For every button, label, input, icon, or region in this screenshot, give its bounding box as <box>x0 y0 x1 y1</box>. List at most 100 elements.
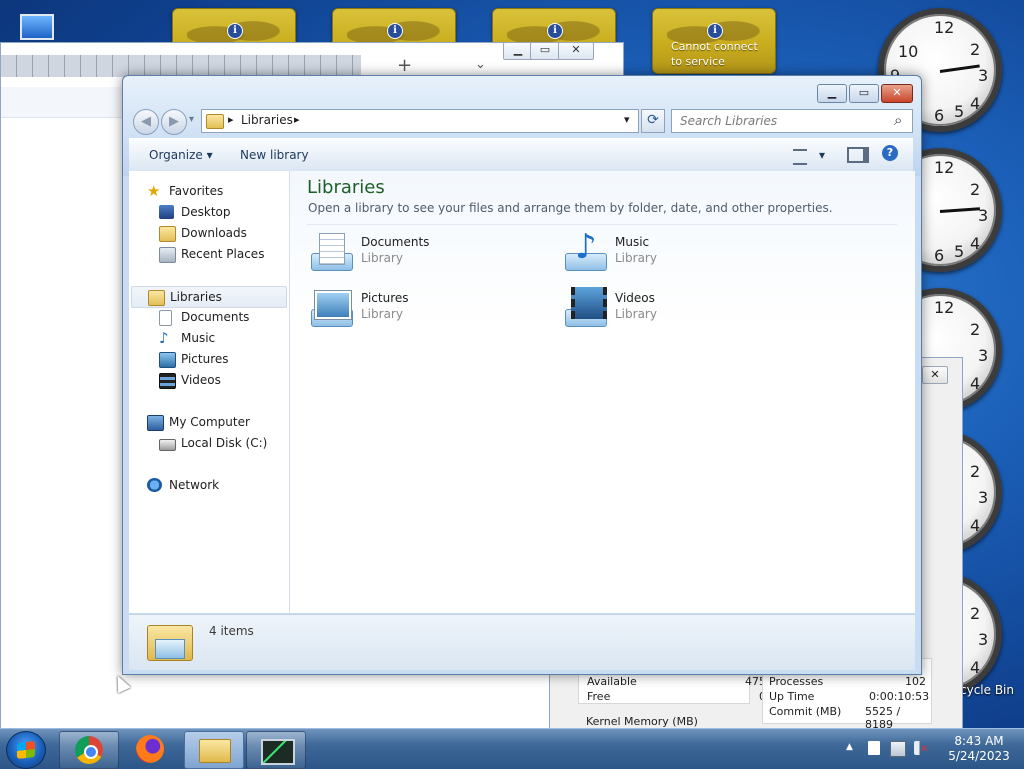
downloads-icon <box>159 226 176 242</box>
preview-pane-icon[interactable] <box>847 147 869 163</box>
volume-muted-icon[interactable]: ✕ <box>914 741 928 755</box>
action-center-icon[interactable] <box>868 741 880 755</box>
computer-desktop-icon[interactable] <box>16 10 60 42</box>
clock-hand <box>939 207 981 213</box>
nav-my-computer[interactable]: My Computer <box>147 412 277 432</box>
info-icon: i <box>227 23 243 39</box>
new-library-button[interactable]: New library <box>240 148 309 162</box>
organize-button[interactable]: Organize ▾ <box>149 148 213 162</box>
processes-label: Processes <box>769 675 824 688</box>
system-tray: ▲ ✕ 8:43 AM 5/24/2023 <box>838 729 1024 769</box>
forward-button[interactable]: ▶ <box>161 109 187 135</box>
clock-number: 4 <box>970 234 981 253</box>
divider <box>307 224 897 225</box>
clock-number: 12 <box>934 298 955 317</box>
clock-hand <box>939 64 980 73</box>
nav-desktop[interactable]: Desktop <box>159 202 279 222</box>
libraries-icon <box>148 290 165 306</box>
nav-libraries[interactable]: Libraries <box>131 286 287 308</box>
task-manager-close-button[interactable]: ✕ <box>922 366 948 384</box>
address-separator[interactable]: ▸ <box>294 113 300 126</box>
search-icon[interactable]: ⌕ <box>894 111 902 129</box>
clock[interactable]: 8:43 AM 5/24/2023 <box>940 734 1018 764</box>
clock-number: 4 <box>970 658 981 677</box>
taskbar-chrome[interactable] <box>59 731 119 769</box>
tab-strip[interactable] <box>1 55 361 77</box>
bg-minimize-button[interactable]: ▁ <box>503 42 533 60</box>
videos-library-icon <box>561 287 607 331</box>
nav-network[interactable]: Network <box>147 475 277 495</box>
libraries-folder-icon <box>147 621 193 661</box>
hard-drive-icon <box>159 439 176 451</box>
clock-number: 3 <box>978 488 989 507</box>
bg-close-button[interactable]: ✕ <box>558 42 594 60</box>
clock-number: 3 <box>978 346 989 365</box>
nav-documents[interactable]: Documents <box>159 307 279 327</box>
content-pane: Libraries Open a library to see your fil… <box>290 171 915 613</box>
network-status-icon[interactable] <box>890 741 906 757</box>
help-icon[interactable]: ? <box>882 145 898 161</box>
taskbar-explorer[interactable] <box>184 731 244 769</box>
close-button[interactable]: ✕ <box>881 84 913 103</box>
address-separator[interactable]: ▸ <box>228 113 234 126</box>
taskbar-task-manager[interactable] <box>246 731 306 769</box>
clock-number: 5 <box>954 102 965 121</box>
task-manager-icon <box>261 739 295 765</box>
taskbar-firefox[interactable] <box>121 731 179 767</box>
views-dropdown[interactable]: ▾ <box>819 148 825 162</box>
desktop-icon <box>159 205 174 219</box>
documents-icon <box>159 310 172 326</box>
free-label: Free <box>587 690 611 703</box>
page-title: Libraries <box>307 177 385 198</box>
minimize-button[interactable]: ▁ <box>817 84 847 103</box>
library-videos[interactable]: Videos Library <box>561 287 781 335</box>
nav-music[interactable]: ♪ Music <box>159 328 279 348</box>
clock-number: 2 <box>970 180 981 199</box>
commit-label: Commit (MB) <box>769 705 842 718</box>
available-label: Available <box>587 675 637 688</box>
address-bar[interactable]: ▸ Libraries ▸ ▾ <box>201 109 639 133</box>
nav-local-disk[interactable]: Local Disk (C:) <box>159 433 279 453</box>
explorer-window[interactable]: ▁ ▭ ✕ ◀ ▶ ▾ ▸ Libraries ▸ ▾ ⟳ Search Lib… <box>122 75 922 675</box>
maximize-button[interactable]: ▭ <box>849 84 879 103</box>
views-icon[interactable] <box>793 149 807 165</box>
libraries-folder-icon <box>206 114 224 129</box>
breadcrumb-libraries[interactable]: Libraries <box>241 113 293 127</box>
clock-number: 3 <box>978 630 989 649</box>
recycle-bin-label[interactable]: cycle Bin <box>960 683 1014 697</box>
back-button[interactable]: ◀ <box>133 109 159 135</box>
clock-number: 4 <box>970 374 981 393</box>
tab-list-button[interactable]: ⌄ <box>475 57 486 72</box>
clock-number: 5 <box>954 242 965 261</box>
bg-maximize-button[interactable]: ▭ <box>530 42 560 60</box>
clock-number: 3 <box>978 66 989 85</box>
network-icon <box>147 478 162 492</box>
info-icon: i <box>707 23 723 39</box>
info-icon: i <box>547 23 563 39</box>
library-music[interactable]: ♪ Music Library <box>561 229 781 279</box>
nav-downloads[interactable]: Downloads <box>159 223 279 243</box>
library-documents[interactable]: Documents Library <box>307 231 527 279</box>
search-input[interactable]: Search Libraries ⌕ <box>671 109 913 133</box>
address-dropdown[interactable]: ▾ <box>624 113 630 126</box>
music-icon: ♪ <box>159 329 169 347</box>
kernel-memory-label: Kernel Memory (MB) <box>586 715 698 728</box>
library-pictures[interactable]: Pictures Library <box>307 287 527 335</box>
show-hidden-icons-button[interactable]: ▲ <box>846 742 853 752</box>
documents-library-icon <box>307 231 353 275</box>
star-icon: ★ <box>147 182 161 200</box>
nav-favorites[interactable]: ★ Favorites <box>147 181 277 201</box>
start-button[interactable] <box>6 731 46 769</box>
nav-videos[interactable]: Videos <box>159 370 279 390</box>
new-tab-button[interactable]: + <box>397 55 412 76</box>
recent-pages-dropdown[interactable]: ▾ <box>189 114 194 125</box>
info-icon: i <box>387 23 403 39</box>
refresh-icon: ⟳ <box>647 112 659 128</box>
uptime-label: Up Time <box>769 690 815 703</box>
nav-recent-places[interactable]: Recent Places <box>159 244 279 264</box>
refresh-button[interactable]: ⟳ <box>641 109 665 133</box>
clock-number: 6 <box>934 106 945 125</box>
clock-number: 2 <box>970 462 981 481</box>
weather-gadget[interactable]: i Cannot connect to service <box>652 8 776 74</box>
nav-pictures[interactable]: Pictures <box>159 349 279 369</box>
